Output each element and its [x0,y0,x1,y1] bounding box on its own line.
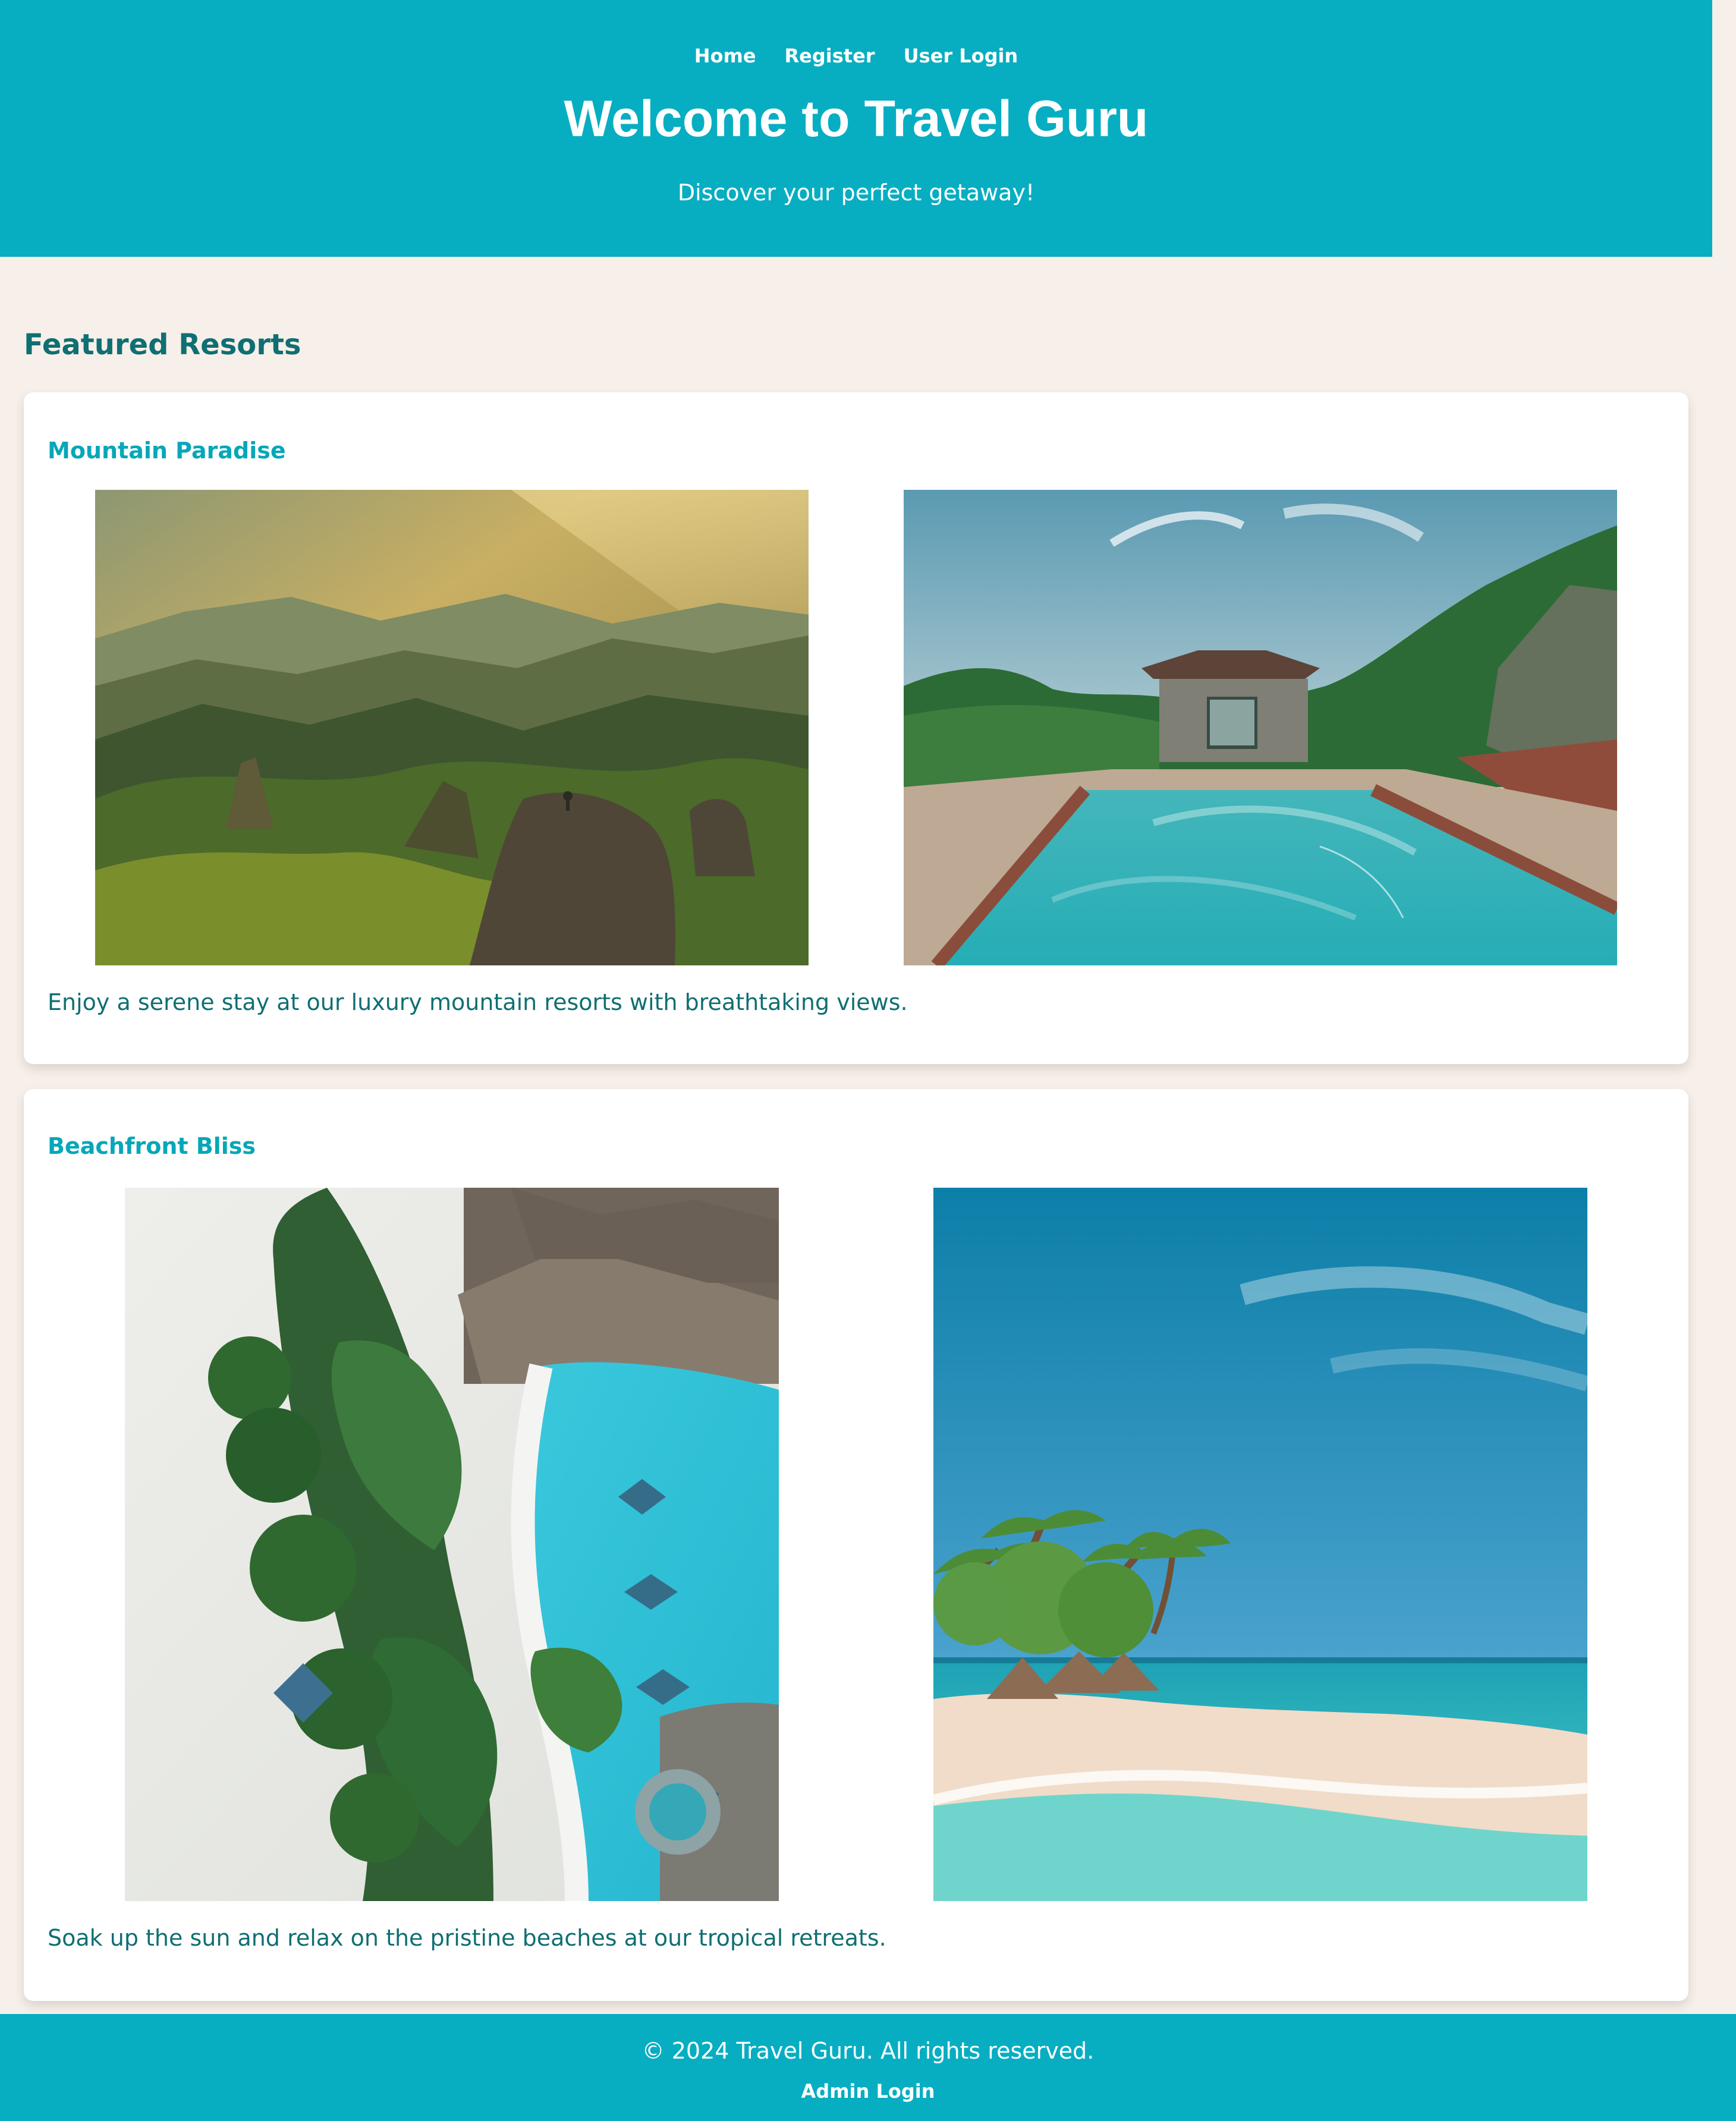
hero-title: Welcome to Travel Guru [564,90,1149,147]
resort-title: Beachfront Bliss [48,1133,256,1159]
resort-card-mountain-paradise: Mountain Paradise Enjoy a serene stay at… [24,392,1688,1064]
aerial-beach-resort-photo [125,1188,779,1901]
main-nav: Home Register User Login [0,44,1712,68]
footer-links: Admin Login [0,2079,1736,2103]
nav-register-link[interactable]: Register [785,44,875,68]
admin-login-link[interactable]: Admin Login [801,2080,935,2103]
mountain-landscape-photo [95,490,809,965]
resort-title: Mountain Paradise [48,438,286,464]
tropical-beach-photo [933,1188,1587,1901]
resort-description: Soak up the sun and relax on the pristin… [48,1925,886,1951]
nav-user-login-link[interactable]: User Login [904,44,1018,68]
resort-card-beachfront-bliss: Beachfront Bliss Soak up the sun and rel… [24,1089,1688,2001]
resort-description: Enjoy a serene stay at our luxury mounta… [48,989,908,1015]
nav-home-link[interactable]: Home [694,44,756,68]
site-footer: © 2024 Travel Guru. All rights reserved.… [0,2014,1736,2121]
footer-copyright: © 2024 Travel Guru. All rights reserved. [641,2038,1095,2064]
resort-pool-photo [904,490,1617,965]
hero-subtitle: Discover your perfect getaway! [677,180,1035,206]
site-header: Home Register User Login Welcome to Trav… [0,0,1712,257]
featured-resorts-heading: Featured Resorts [24,328,301,361]
